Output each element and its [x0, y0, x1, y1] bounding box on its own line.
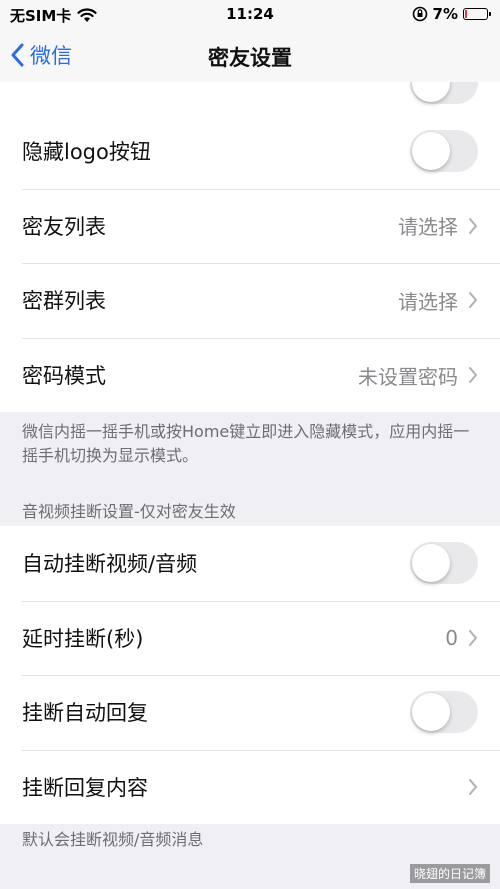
battery-icon — [463, 8, 491, 20]
chevron-right-icon — [469, 367, 477, 384]
status-right: 7% — [412, 5, 491, 23]
hangup-auto-reply-toggle[interactable] — [410, 691, 478, 734]
row-label: 延时挂断(秒) — [22, 626, 144, 651]
row-group-list[interactable]: 密群列表 请选择 — [0, 263, 500, 338]
chevron-right-icon — [469, 779, 477, 796]
chevron-right-icon — [469, 292, 477, 309]
watermark: 晓翅的日记簿 — [409, 864, 490, 883]
row-label: 隐藏logo按钮 — [22, 140, 151, 165]
chevron-right-icon — [469, 217, 477, 234]
settings-group-2: 自动挂断视频/音频 延时挂断(秒) 0 挂断自动回复 挂断回复内容 — [0, 526, 500, 825]
row-label: 挂断自动回复 — [22, 701, 148, 726]
row-auto-hangup: 自动挂断视频/音频 — [0, 526, 500, 601]
chevron-right-icon — [469, 629, 477, 646]
row-label: 挂断回复内容 — [22, 776, 148, 801]
row-hide-logo: 隐藏logo按钮 — [0, 114, 500, 189]
row-label: 密码模式 — [22, 364, 106, 389]
row-hangup-auto-reply: 挂断自动回复 — [0, 675, 500, 750]
row-friend-list[interactable]: 密友列表 请选择 — [0, 188, 500, 264]
group2-footnote: 默认会挂断视频/音频消息 — [22, 830, 204, 849]
row-password-mode[interactable]: 密码模式 未设置密码 — [0, 337, 500, 413]
settings-group-1: 隐藏logo按钮 密友列表 请选择 密群列表 请选择 密码模式 未设置密码 — [0, 114, 500, 413]
partial-toggle[interactable] — [410, 82, 478, 104]
row-delay-hangup[interactable]: 延时挂断(秒) 0 — [0, 600, 500, 676]
nav-bar: 微信 密友设置 — [0, 30, 500, 82]
group1-footnote: 微信内摇一摇手机或按Home键立即进入隐藏模式，应用内摇一摇手机切换为显示模式。 — [22, 422, 470, 465]
group2-header: 音视频挂断设置-仅对密友生效 — [22, 502, 236, 521]
row-label: 自动挂断视频/音频 — [22, 552, 198, 577]
row-label: 密友列表 — [22, 214, 106, 239]
hide-logo-toggle[interactable] — [410, 130, 478, 173]
orientation-lock-icon — [412, 6, 427, 22]
row-value: 0 — [445, 625, 458, 650]
row-value: 请选择 — [398, 215, 458, 240]
page-title: 密友设置 — [208, 46, 292, 70]
partial-hidden-row — [0, 82, 500, 114]
row-label: 密群列表 — [22, 289, 106, 314]
battery-percent: 7% — [432, 5, 458, 23]
auto-hangup-toggle[interactable] — [410, 542, 478, 585]
row-hangup-reply-content[interactable]: 挂断回复内容 — [0, 749, 500, 825]
status-bar: 无SIM卡 11:24 7% — [0, 0, 500, 30]
row-value: 未设置密码 — [358, 364, 458, 389]
row-value: 请选择 — [398, 289, 458, 314]
